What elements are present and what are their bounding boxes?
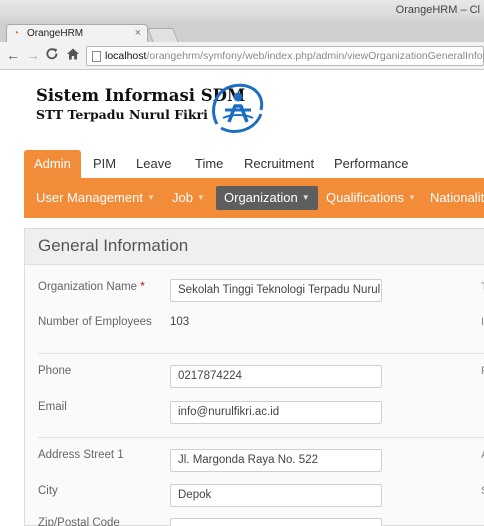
address-bar[interactable]: localhost/orangehrm/symfony/web/index.ph… [86,46,484,66]
submenu-qualifications[interactable]: Qualifications ▼ [326,188,416,208]
submenu-job-label: Job [172,190,193,205]
tab-close-icon[interactable]: × [135,27,141,39]
orangehrm-favicon-icon: ◔ [13,28,20,39]
org-name-input[interactable]: Sekolah Tinggi Teknologi Terpadu Nurul [170,279,382,302]
submenu-user-management-label: User Management [36,190,143,205]
address-street1-label: Address Street 1 [38,449,124,461]
employees-value: 103 [170,316,190,328]
window-title: OrangeHRM – Cl [395,4,480,16]
email-label: Email [38,401,67,413]
tab-strip: ◔ OrangeHRM × [0,22,484,42]
submenu-user-management[interactable]: User Management ▼ [36,188,155,208]
section-divider [38,437,484,438]
general-information-panel: General Information Organization Name * … [24,228,484,526]
section-divider [38,353,484,354]
city-label: City [38,485,58,497]
main-menu-leave[interactable]: Leave [136,150,171,178]
panel-title: General Information [38,236,189,255]
submenu-nationalities-label: Nationalit [430,190,484,205]
browser-tab[interactable]: ◔ OrangeHRM × [6,24,148,42]
submenu-job[interactable]: Job ▼ [172,188,205,208]
zip-input[interactable] [170,518,382,526]
panel-header: General Information [25,229,484,265]
home-icon[interactable] [66,47,80,64]
tab-title: OrangeHRM [27,28,84,39]
main-menu-performance[interactable]: Performance [334,150,408,178]
phone-label: Phone [38,365,72,377]
chevron-down-icon: ▼ [196,193,205,202]
url-path: /orangehrm/symfony/web/index.php/admin/v… [146,50,484,62]
window-title-bar: OrangeHRM – Cl [0,0,484,22]
city-input[interactable]: Depok [170,484,382,507]
main-menu-pim[interactable]: PIM [93,150,116,178]
zip-label: Zip/Postal Code [38,517,120,526]
main-menu-time[interactable]: Time [195,150,223,178]
required-mark: * [140,281,145,293]
url-host: localhost [105,50,147,62]
page-icon [92,51,101,62]
submenu-organization[interactable]: Organization ▼ [216,186,318,210]
main-menu: Admin PIM Leave Time Recruitment Perform… [24,150,484,178]
main-menu-admin[interactable]: Admin [24,150,81,178]
address-street1-input[interactable]: Jl. Margonda Raya No. 522 [170,449,382,472]
reload-icon[interactable] [45,47,59,64]
forward-arrow-icon[interactable]: → [26,47,40,63]
back-arrow-icon[interactable]: ← [6,47,20,63]
chevron-down-icon: ▼ [301,193,310,202]
email-input[interactable]: info@nurulfikri.ac.id [170,401,382,424]
chevron-down-icon: ▼ [408,193,416,202]
employees-label: Number of Employees [38,316,152,328]
institution-logo-icon [212,83,264,133]
browser-toolbar: ← → localhost/orangehrm/symfony/web/inde… [0,42,484,70]
submenu-nationalities[interactable]: Nationalit [430,188,484,208]
url-text: localhost/orangehrm/symfony/web/index.ph… [105,50,484,62]
org-name-label-text: Organization Name [38,281,138,293]
sub-menu: User Management ▼ Job ▼ Organization ▼ Qual… [24,178,484,218]
main-menu-recruitment[interactable]: Recruitment [244,150,314,178]
submenu-qualifications-label: Qualifications [326,190,405,205]
chevron-down-icon: ▼ [146,193,155,202]
submenu-organization-label: Organization [224,190,298,205]
phone-input[interactable]: 0217874224 [170,365,382,388]
new-tab-button[interactable] [147,28,179,42]
org-name-label: Organization Name * [38,281,145,293]
